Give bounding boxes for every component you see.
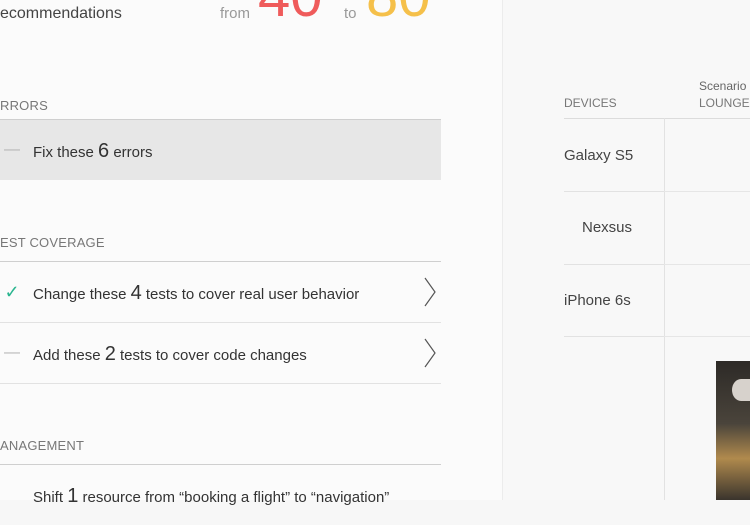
score-to: 80: [366, 0, 431, 26]
change-tests-text: Change these 4 tests to cover real user …: [33, 282, 360, 304]
shift-resource-text: Shift 1 resource from “booking a flight”…: [33, 485, 390, 507]
row-separator: [564, 336, 664, 337]
check-icon: ✓: [4, 281, 20, 302]
test-coverage-section-header: EST COVERAGE: [0, 235, 105, 250]
device-row-label: Galaxy S5: [564, 146, 634, 164]
change-tests-row[interactable]: ✓ Change these 4 tests to cover real use…: [0, 262, 441, 322]
score-from: 40: [258, 0, 323, 26]
chevron-right-icon[interactable]: [423, 337, 437, 369]
dash-icon: —: [4, 141, 20, 158]
fix-errors-row[interactable]: — Fix these 6 errors: [0, 120, 441, 180]
person-image: [732, 379, 750, 401]
row-separator: [664, 264, 750, 265]
to-label: to: [344, 5, 357, 22]
device-row-label: iPhone 6s: [564, 291, 631, 309]
row-separator: [0, 383, 441, 384]
devices-column-header: DEVICES: [564, 96, 617, 110]
dash-icon: —: [4, 344, 20, 361]
add-tests-row[interactable]: — Add these 2 tests to cover code change…: [0, 323, 441, 383]
from-label: from: [220, 5, 250, 22]
management-section-header: ANAGEMENT: [0, 438, 85, 453]
row-separator: [664, 191, 750, 192]
recommendations-title: ecommendations: [0, 5, 122, 22]
add-tests-text: Add these 2 tests to cover code changes: [33, 343, 307, 365]
fix-errors-text: Fix these 6 errors: [33, 140, 153, 162]
device-row-label: Nexsus: [582, 218, 633, 236]
scenario-thumbnail[interactable]: [716, 361, 750, 500]
shift-resource-row[interactable]: Shift 1 resource from “booking a flight”…: [0, 465, 441, 525]
chevron-right-icon[interactable]: [423, 276, 437, 308]
recommendations-panel: [0, 0, 502, 500]
scenario-column-header: LOUNGE: [699, 96, 750, 110]
scenario-label: Scenario: [699, 79, 747, 93]
column-divider: [664, 118, 665, 500]
row-separator: [664, 336, 750, 337]
errors-section-header: RRORS: [0, 98, 48, 113]
